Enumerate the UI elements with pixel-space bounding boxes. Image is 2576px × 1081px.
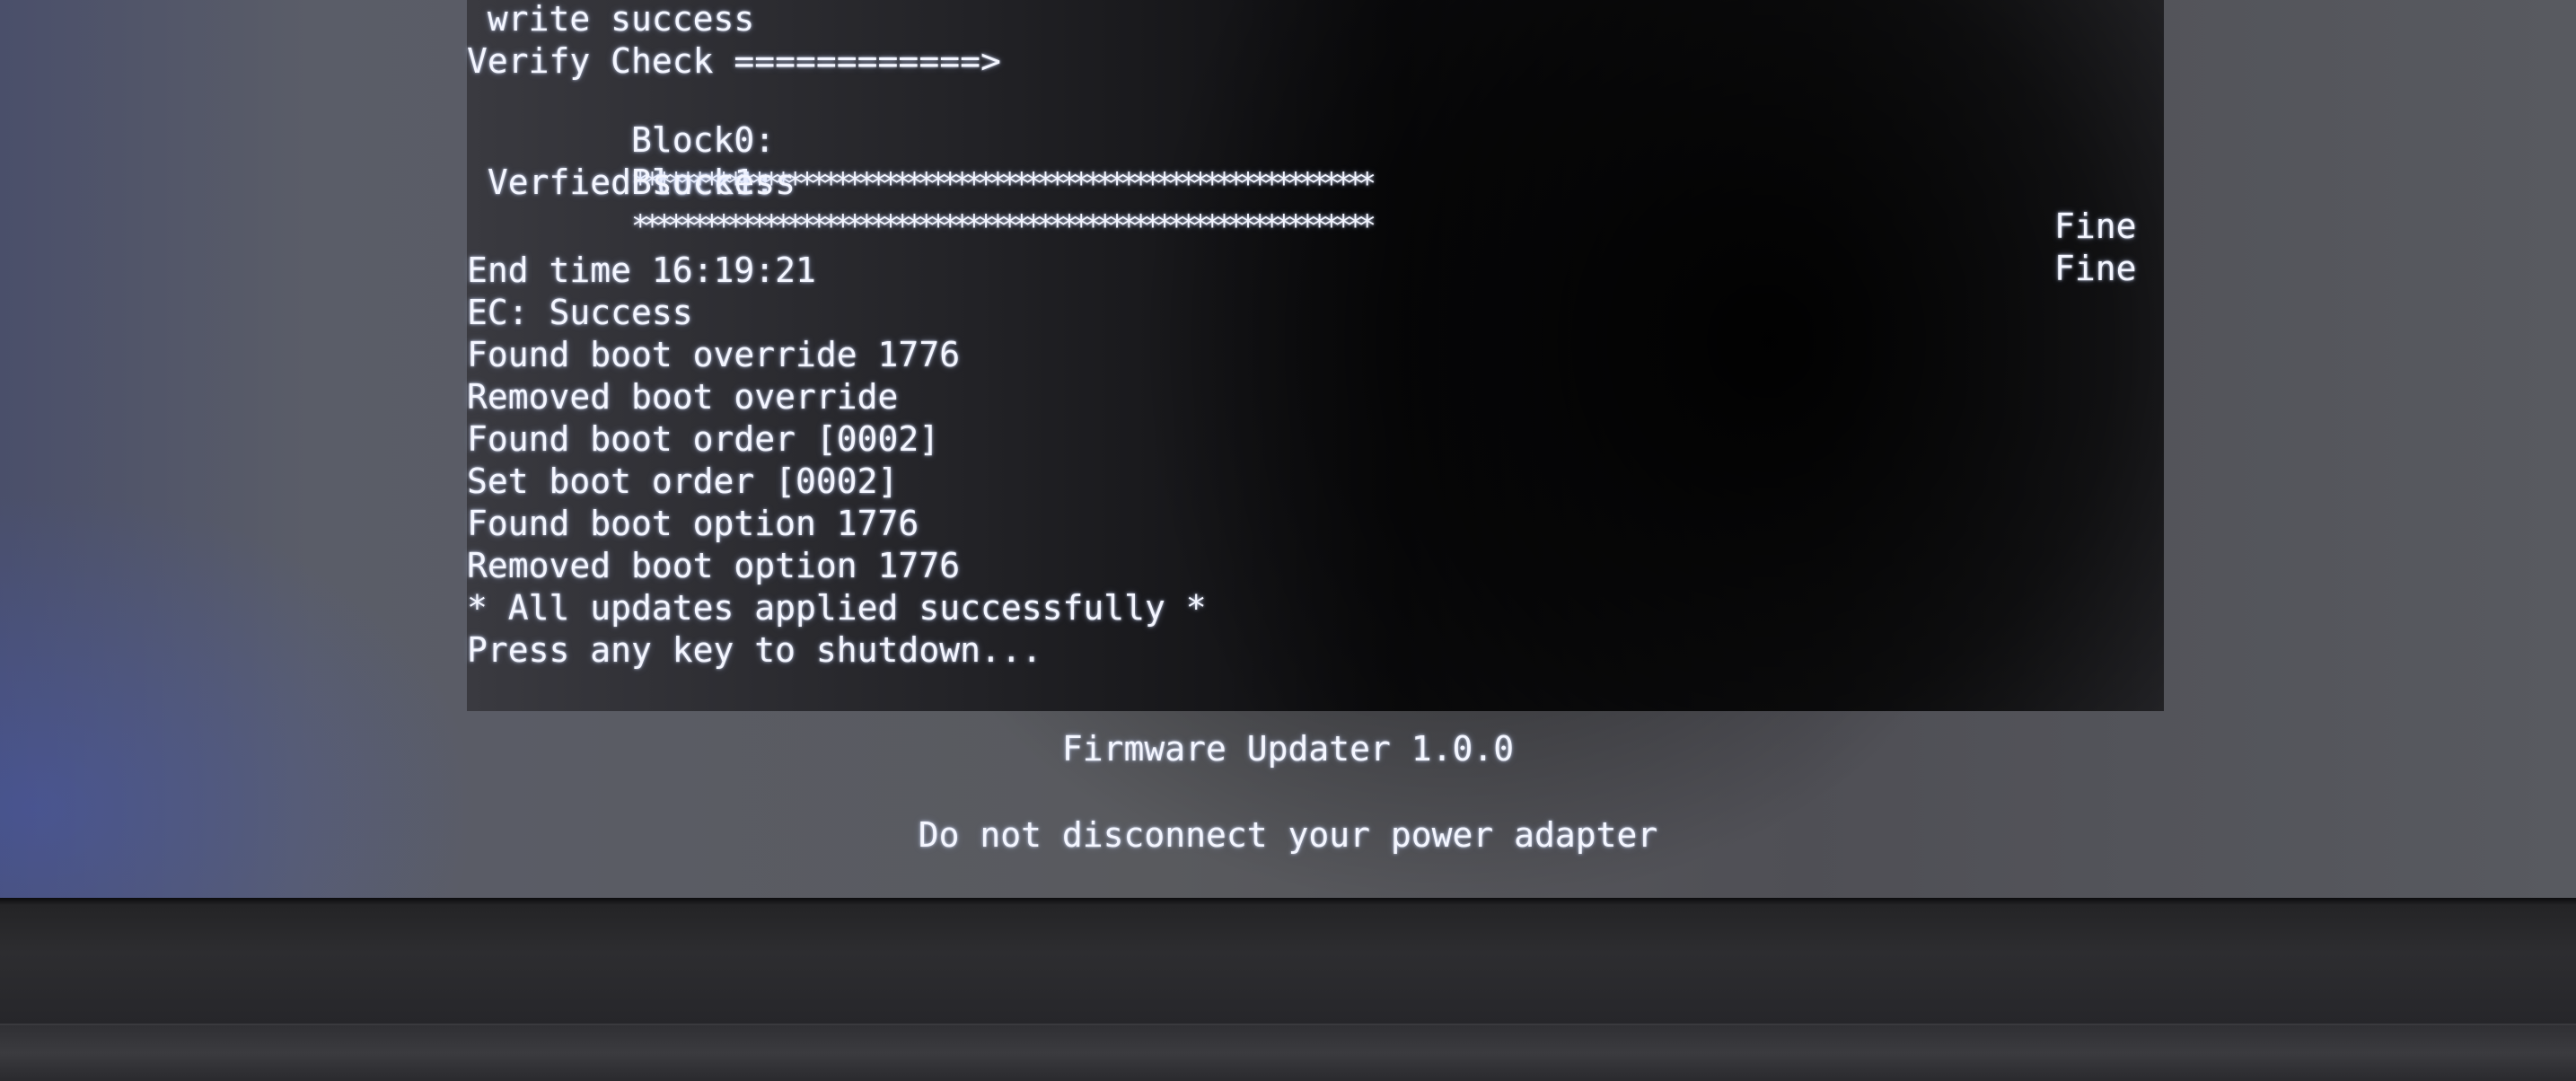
power-adapter-warning: Do not disconnect your power adapter bbox=[918, 815, 1658, 855]
block1-progress-stars: ****************************************… bbox=[631, 208, 1376, 244]
terminal-line-ec-status: EC: Success bbox=[467, 293, 693, 332]
terminal-line-set-boot-order: Set boot order [0002] bbox=[467, 461, 899, 501]
terminal-line-verified-success: Verfied success bbox=[467, 163, 796, 202]
terminal-line-removed-boot-override: Removed boot override bbox=[467, 377, 899, 417]
terminal-line-write-success: write success bbox=[467, 0, 755, 39]
bezel-lower bbox=[0, 1025, 2576, 1081]
block0-status: Fine bbox=[2054, 207, 2137, 246]
terminal-line-end-time: End time 16:19:21 bbox=[467, 250, 816, 290]
terminal-line-press-any-key: Press any key to shutdown... bbox=[467, 630, 1042, 670]
photo: write success Verify Check ============>… bbox=[0, 0, 2576, 1081]
terminal-line-verify-check: Verify Check ============> bbox=[467, 41, 1001, 81]
terminal-line-removed-boot-option: Removed boot option 1776 bbox=[467, 546, 961, 585]
firmware-updater-title: Firmware Updater 1.0.0 bbox=[1061, 729, 1515, 769]
terminal-output: write success Verify Check ============>… bbox=[467, 0, 2164, 711]
block1-row: Block1: ********************************… bbox=[467, 119, 2164, 288]
block1-status: Fine bbox=[2054, 249, 2137, 288]
terminal-line-found-boot-option: Found boot option 1776 bbox=[467, 504, 919, 543]
terminal-line-found-boot-override: Found boot override 1776 bbox=[467, 335, 961, 374]
block0-row: Block0: ********************************… bbox=[467, 77, 2164, 246]
laptop-screen: write success Verify Check ============>… bbox=[0, 0, 2576, 898]
terminal-line-all-updates-applied: * All updates applied successfully * bbox=[467, 588, 1207, 628]
terminal-line-found-boot-order: Found boot order [0002] bbox=[467, 419, 940, 459]
